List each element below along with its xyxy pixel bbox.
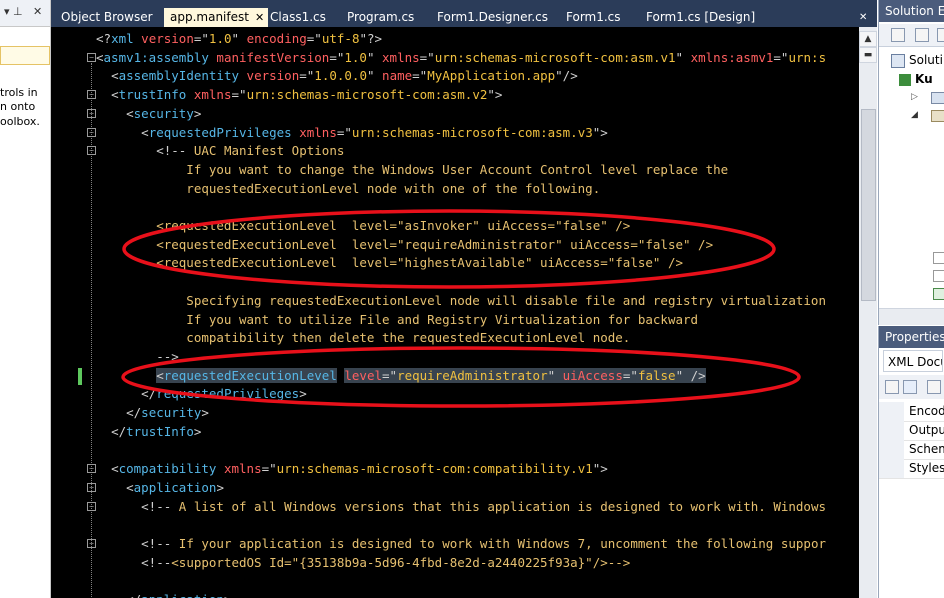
property-row[interactable]: Schem [879,440,944,460]
tab-app-manifest[interactable]: app.manifest ✕ [164,8,269,27]
code-editor[interactable]: − − − − − − − − − <?xml version="1.0" encoding="… [51,27,859,598]
references-folder-icon[interactable] [931,110,944,122]
scroll-up-icon[interactable]: ▲ [859,31,877,47]
tab-object-browser[interactable]: Object Browser [61,8,153,27]
toolbox-pane: ▾ ⊥ ✕ trols in n onto oolbox. [0,0,51,598]
solution-explorer-pane: Solution Exp Soluti Ku ▷ ◢ [878,0,944,325]
properties-folder-icon[interactable] [931,92,944,104]
csharp-file-icon[interactable] [933,288,944,300]
property-name: Stylesh [909,461,944,475]
tab-label: Form1.cs [Design] [646,10,756,24]
properties-pane: Properties XML Docu Encodi Output Schem … [878,326,944,598]
csharp-project-icon [899,73,911,86]
document-well-top [51,0,877,8]
property-margin [879,402,904,421]
property-row[interactable]: Stylesh [879,459,944,479]
tab-label: Class1.cs [270,10,326,24]
tab-program[interactable]: Program.cs [347,8,414,27]
properties-icon[interactable] [891,28,905,42]
document-tab-bar: Object Browser app.manifest ✕ Class1.cs P… [51,8,877,27]
property-name: Schem [909,442,944,456]
toolbox-hint-line: trols in [0,86,38,99]
split-handle[interactable]: ▬ [859,47,877,63]
tab-form1-design[interactable]: Form1.cs [Design] [646,8,755,27]
tab-class1[interactable]: Class1.cs [270,8,326,27]
tab-form1-designer[interactable]: Form1.Designer.cs [437,8,548,27]
solution-label: Soluti [909,53,943,67]
property-row[interactable]: Output [879,421,944,441]
tab-label: Object Browser [61,10,153,24]
file-icon[interactable] [933,252,944,264]
solution-explorer-title: Solution Exp [879,0,944,22]
file-icon[interactable] [933,270,944,282]
annotation-ellipse [121,209,801,408]
scroll-thumb[interactable] [861,109,876,301]
property-margin [879,440,904,459]
toolbox-hint-line: oolbox. [0,115,40,128]
tab-label: Form1.Designer.cs [437,10,548,24]
horizontal-scrollbar[interactable] [879,308,944,325]
close-tab-icon[interactable]: ✕ [255,11,264,24]
property-name: Encodi [909,404,944,418]
pin-icon[interactable]: ▾ ⊥ [4,5,23,18]
collapse-arrow-icon[interactable]: ◢ [911,110,918,120]
refresh-icon[interactable] [937,28,944,42]
categorized-icon[interactable] [885,380,899,394]
property-pages-icon[interactable] [927,380,941,394]
tab-label: Form1.cs [566,10,621,24]
close-icon[interactable]: ✕ [33,5,42,18]
tab-label: Program.cs [347,10,415,24]
property-margin [879,421,904,440]
property-margin [879,459,904,478]
toolbox-selected-item[interactable] [0,46,50,65]
properties-title: Properties [879,326,944,348]
tab-label: app.manifest [170,10,249,24]
property-name: Output [909,423,944,437]
ellipse-requested-level [121,346,801,408]
properties-object-selector[interactable]: XML Docu [883,350,943,372]
expand-arrow-icon[interactable]: ▷ [911,92,918,102]
ellipse-uac-options [122,209,776,289]
solution-icon [891,53,905,68]
close-document-icon[interactable]: ✕ [859,8,867,27]
solution-node[interactable]: Soluti [891,53,943,68]
solution-explorer-toolbar [879,24,944,47]
tab-form1[interactable]: Form1.cs [566,8,621,27]
project-node[interactable]: Ku [899,72,933,86]
toolbox-hint-line: n onto [0,100,36,113]
vertical-scrollbar[interactable]: ▲ ▬ [859,27,877,598]
properties-toolbar [879,375,944,399]
property-row[interactable]: Encodi [879,402,944,422]
toolbox-header: ▾ ⊥ ✕ [0,0,50,27]
show-all-files-icon[interactable] [915,28,929,42]
project-label: Ku [915,72,933,86]
alphabetical-icon[interactable] [903,380,917,394]
